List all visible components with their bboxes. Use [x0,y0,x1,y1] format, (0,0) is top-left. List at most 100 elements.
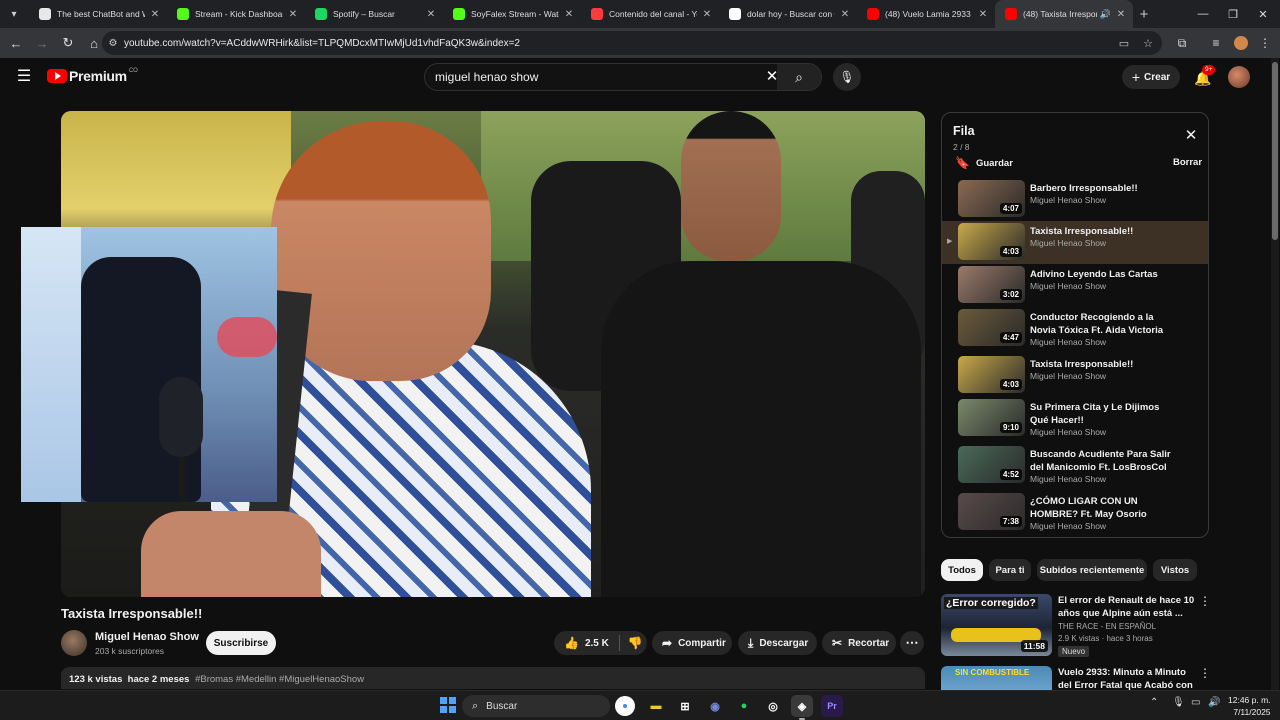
maximize-icon[interactable]: ❐ [1218,0,1248,28]
download-button[interactable]: ⤓ Descargar [738,631,817,655]
clear-queue-button[interactable]: Borrar [1173,157,1202,168]
close-tab-icon[interactable]: ✕ [1115,9,1127,20]
recommended-video[interactable]: SIN COMBUSTIBLE Vuelo 2933: Minuto a Min… [941,666,1211,690]
store-icon[interactable]: ⊞ [674,695,696,717]
tab-search-chevron-icon[interactable]: ▾ [3,3,25,25]
save-queue-button[interactable]: 🔖 Guardar [955,156,1013,170]
taskbar-search[interactable]: ⌕ Buscar [462,695,610,717]
browser-tab[interactable]: SoyFalex Stream - Watch ✕ [443,0,581,28]
browser-tab[interactable]: (48) Vuelo Lamia 2933 - Y ✕ [857,0,995,28]
close-tab-icon[interactable]: ✕ [287,9,299,20]
network-icon[interactable]: ▭ [1191,697,1200,708]
channel-avatar[interactable] [61,630,87,656]
tray-mic-icon[interactable]: 🎙 [1172,697,1185,708]
close-tab-icon[interactable]: ✕ [977,9,989,20]
reading-list-icon[interactable]: ≡ [1204,31,1228,55]
close-tab-icon[interactable]: ✕ [839,9,851,20]
back-icon[interactable]: ← [4,31,28,55]
browser-tab[interactable]: Spotify – Buscar ✕ [305,0,443,28]
thumbs-down-icon[interactable]: 👎 [628,636,643,650]
more-actions-button[interactable]: ⋯ [900,631,924,655]
file-explorer-icon[interactable]: ▬ [645,695,667,717]
close-tab-icon[interactable]: ✕ [563,9,575,20]
notifications-button[interactable]: 🔔 9+ [1192,65,1216,89]
browser-tab[interactable]: Stream - Kick Dashboard ✕ [167,0,305,28]
create-button[interactable]: + Crear [1122,65,1180,89]
browser-tab[interactable]: Contenido del canal - You ✕ [581,0,719,28]
browser-tab[interactable]: (48) Taxista Irrespons 🔊 ✕ [995,0,1133,28]
close-tab-icon[interactable]: ✕ [425,9,437,20]
new-tab-button[interactable]: + [1133,6,1155,23]
account-avatar[interactable] [1228,66,1250,88]
like-count[interactable]: 2.5 K [585,638,609,649]
clip-button[interactable]: ✂ Recortar [822,631,896,655]
tab-audio-icon[interactable]: 🔊 [1100,9,1111,20]
system-clock[interactable]: 12:46 p. m. 7/11/2025 [1228,694,1271,718]
tray-chevron-icon[interactable]: ⌃ [1150,697,1158,708]
queue-thumbnail[interactable]: 7:38 [958,493,1025,530]
queue-thumbnail[interactable]: 9:10 [958,399,1025,436]
queue-item[interactable]: 7:38 ¿CÓMO LIGAR CON UN HOMBRE? Ft. May O… [942,491,1208,537]
recommended-video[interactable]: ¿Error corregido? 11:58 El error de Rena… [941,594,1211,658]
search-input[interactable] [435,70,755,84]
reload-icon[interactable]: ↻ [56,31,80,55]
queue-thumbnail[interactable]: 4:03 [958,356,1025,393]
channel-name[interactable]: Miguel Henao Show [95,631,199,643]
close-tab-icon[interactable]: ✕ [149,9,161,20]
scrollbar-thumb[interactable] [1272,62,1278,240]
voice-search-button[interactable]: 🎙 [833,63,861,91]
chip-all[interactable]: Todos [941,559,983,581]
queue-thumbnail[interactable]: 4:52 [958,446,1025,483]
steam-icon[interactable]: ◈ [791,695,813,720]
cast-icon[interactable]: ▭ [1114,31,1134,55]
search-button[interactable]: ⌕ [777,64,821,90]
minimize-icon[interactable]: — [1188,0,1218,28]
queue-thumbnail[interactable]: 3:02 [958,266,1025,303]
chip-recently-uploaded[interactable]: Subidos recientemente [1037,559,1147,581]
premiere-icon[interactable]: Pr [821,695,843,717]
browser-tab[interactable]: dolar hoy - Buscar con G ✕ [719,0,857,28]
browser-tab[interactable]: The best ChatBot and Wi ✕ [29,0,167,28]
recommended-thumbnail[interactable]: SIN COMBUSTIBLE [941,666,1052,690]
forward-icon[interactable]: → [30,31,54,55]
guide-menu-icon[interactable]: ☰ [14,67,34,87]
hashtags[interactable]: #Bromas #Medellin #MiguelHenaoShow [195,674,364,685]
recommended-title: El error de Renault de hace 10 años que … [1058,595,1195,619]
thumbs-up-icon[interactable]: 👍 [564,636,579,650]
browser-menu-icon[interactable]: ⋮ [1253,31,1277,55]
more-vertical-icon[interactable]: ⋮ [1199,594,1211,608]
discord-icon[interactable]: ◉ [704,695,726,717]
extensions-icon[interactable]: ⧉ [1170,31,1194,55]
spotify-icon[interactable]: ● [733,695,755,717]
queue-item[interactable]: 3:02 Adivino Leyendo Las Cartas Miguel Hen… [942,264,1208,307]
recommended-thumbnail[interactable]: ¿Error corregido? 11:58 [941,594,1052,656]
queue-item[interactable]: ▶ 4:03 Taxista Irresponsable!! Miguel Henao… [942,221,1208,264]
description-box[interactable]: 123 k vistas hace 2 meses #Bromas #Medel… [61,667,925,689]
queue-item[interactable]: 4:07 Barbero Irresponsable!! Miguel Henao … [942,178,1208,221]
more-vertical-icon[interactable]: ⋮ [1199,666,1211,680]
queue-item[interactable]: 4:47 Conductor Recogiendo a la Novia Tóxi… [942,307,1208,354]
queue-item[interactable]: 4:03 Taxista Irresponsable!! Miguel Henao … [942,354,1208,397]
clip-label: Recortar [848,637,890,649]
close-window-icon[interactable]: ✕ [1248,0,1278,28]
chrome-icon[interactable] [615,696,635,716]
address-bar[interactable]: ⚙ youtube.com/watch?v=ACddwWRHirk&list=T… [102,31,1162,55]
youtube-premium-logo[interactable]: Premium CO [47,68,138,84]
close-tab-icon[interactable]: ✕ [701,9,713,20]
subscribe-button[interactable]: Suscribirse [206,631,276,655]
chip-watched[interactable]: Vistos [1153,559,1197,581]
chip-for-you[interactable]: Para ti [989,559,1031,581]
queue-item[interactable]: 4:52 Buscando Acudiente Para Salir del Ma… [942,444,1208,491]
bookmark-star-icon[interactable]: ☆ [1138,31,1158,55]
close-queue-icon[interactable]: ✕ [1182,127,1200,145]
queue-item[interactable]: 9:10 Su Primera Cita y Le Dijimos Qué Hac… [942,397,1208,444]
queue-thumbnail[interactable]: 4:47 [958,309,1025,346]
queue-thumbnail[interactable]: 4:03 [958,223,1025,260]
volume-icon[interactable]: 🔊 [1208,697,1220,708]
windows-start-icon[interactable] [440,697,456,713]
github-icon[interactable]: ◎ [762,695,784,717]
site-info-icon[interactable]: ⚙ [102,38,124,49]
queue-thumbnail[interactable]: 4:07 [958,180,1025,217]
profile-icon[interactable] [1229,31,1253,55]
share-button[interactable]: ➦ Compartir [652,631,732,655]
